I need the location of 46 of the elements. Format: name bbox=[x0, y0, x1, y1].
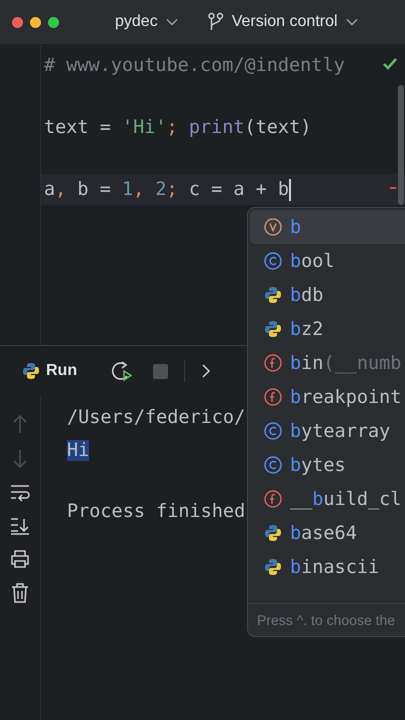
soft-wrap-icon[interactable] bbox=[10, 484, 30, 502]
version-control-dropdown[interactable]: Version control bbox=[204, 8, 362, 36]
chevron-right-icon[interactable] bbox=[201, 364, 212, 378]
project-dropdown[interactable]: pydec bbox=[111, 9, 182, 35]
chevron-down-icon bbox=[346, 18, 358, 26]
completion-item[interactable]: bdb bbox=[250, 278, 405, 312]
console-output-line: Process finished bbox=[67, 501, 246, 522]
scroll-to-end-icon[interactable] bbox=[10, 517, 30, 535]
python-icon bbox=[264, 320, 282, 338]
completion-item[interactable]: bytes bbox=[250, 448, 405, 482]
branch-icon bbox=[208, 12, 224, 32]
completion-item[interactable]: bytearray bbox=[250, 414, 405, 448]
variable-icon bbox=[264, 218, 282, 236]
console-output-line: /Users/federico/ bbox=[67, 407, 246, 428]
print-icon[interactable] bbox=[10, 550, 30, 568]
completion-item[interactable]: bz2 bbox=[250, 312, 405, 346]
class-icon bbox=[264, 456, 282, 474]
scrollbar[interactable] bbox=[398, 85, 404, 205]
python-icon bbox=[264, 286, 282, 304]
error-marker bbox=[390, 187, 396, 189]
python-icon bbox=[22, 362, 40, 380]
python-icon bbox=[264, 524, 282, 542]
function-icon bbox=[264, 490, 282, 508]
code-line: text = 'Hi'; print(text) bbox=[44, 116, 312, 140]
trash-icon[interactable] bbox=[11, 583, 29, 603]
code-line: # www.youtube.com/@indently bbox=[44, 54, 345, 78]
completion-hint: Press ^. to choose the bbox=[248, 603, 405, 636]
chevron-down-icon bbox=[166, 18, 178, 26]
function-icon bbox=[264, 354, 282, 372]
close-light[interactable] bbox=[12, 16, 23, 28]
minimize-light[interactable] bbox=[30, 16, 41, 28]
text-cursor bbox=[289, 178, 292, 200]
completion-item[interactable]: binascii bbox=[250, 550, 405, 584]
maximize-light[interactable] bbox=[48, 16, 59, 28]
class-icon bbox=[264, 422, 282, 440]
completion-item[interactable]: __build_cl bbox=[250, 482, 405, 516]
check-icon bbox=[382, 57, 398, 71]
completion-item[interactable]: base64 bbox=[250, 516, 405, 550]
code-line: a, b = 1, 2; c = a + b bbox=[44, 178, 290, 202]
run-tab-title[interactable]: Run bbox=[46, 362, 78, 380]
class-icon bbox=[264, 252, 282, 270]
completion-item[interactable]: bool bbox=[250, 244, 405, 278]
function-icon bbox=[264, 388, 282, 406]
python-icon bbox=[264, 558, 282, 576]
completion-item[interactable]: bin(__numb bbox=[250, 346, 405, 380]
completion-item[interactable]: b reakpoint bbox=[250, 380, 405, 414]
